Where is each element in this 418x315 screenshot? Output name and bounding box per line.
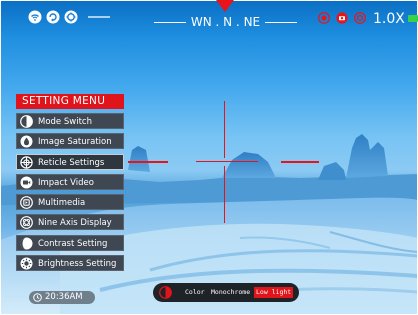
record-icon [318,12,330,24]
contrast-icon [20,237,33,250]
menu-item-label: Multimedia [38,198,86,209]
menu-item-label: Reticle Settings [38,157,105,168]
compass-heading: WN . N . NE [190,15,261,29]
menu-item-nine-axis-display[interactable]: Nine Axis Display [16,214,124,231]
time-text: 20:36AM [45,292,83,302]
reticle-bottom-line [224,166,225,223]
mode-option-monochrome[interactable]: Monochrome [211,287,250,298]
rotation-icon [46,10,60,24]
menu-item-brightness-setting[interactable]: Brightness Setting [16,255,124,272]
menu-item-contrast-setting[interactable]: Contrast Setting [16,234,124,251]
settings-wheel-icon [64,10,78,24]
battery-icon [408,15,418,22]
color-mode-selector: Color Monochrome Low light [153,283,299,302]
video-icon [20,176,33,189]
nine-axis-icon [20,216,33,230]
reticle-top-line [224,101,225,158]
saturation-icon [20,135,33,148]
brightness-icon [20,257,33,270]
compass-line-left [154,22,186,23]
clock-icon [33,293,42,302]
multimedia-icon [20,196,33,210]
separator-line [88,16,110,18]
menu-item-reticle-settings[interactable]: Reticle Settings [16,153,124,170]
menu-item-impact-video[interactable]: Impact Video [16,173,124,190]
menu-item-label: Mode Switch [38,117,92,127]
menu-item-mode-switch[interactable]: Mode Switch [16,113,124,129]
reticle-center-line [196,161,258,162]
viewfinder-screen: WN . N . NE 1.0X SETTING MENU Mode Switc… [0,0,418,315]
menu-item-multimedia[interactable]: Multimedia [16,194,124,211]
menu-item-label: Impact Video [38,177,94,188]
north-marker-icon [216,0,234,12]
menu-item-label: Brightness Setting [38,259,117,270]
wifi-icon [28,10,42,24]
menu-title: SETTING MENU [16,94,124,109]
reticle-left-line [128,161,168,163]
camera-icon [336,12,348,24]
top-status-bar: WN . N . NE 1.0X [0,0,418,40]
color-mode-icon [159,286,172,299]
settings-menu: SETTING MENU Mode Switch Image Saturatio… [16,94,124,275]
compass-line-right [265,22,297,23]
menu-item-image-saturation[interactable]: Image Saturation [16,133,124,150]
mode-switch-icon [20,115,33,128]
target-icon [354,12,366,24]
mode-option-color[interactable]: Color [185,287,205,298]
menu-item-label: Contrast Setting [38,238,108,249]
reticle-icon [20,155,33,169]
time-badge: 20:36AM [29,291,95,304]
zoom-level: 1.0X [373,11,405,27]
menu-item-label: Nine Axis Display [38,218,112,229]
menu-item-label: Image Saturation [38,137,112,148]
mode-option-low-light[interactable]: Low light [254,287,294,298]
reticle-right-line [281,161,319,163]
